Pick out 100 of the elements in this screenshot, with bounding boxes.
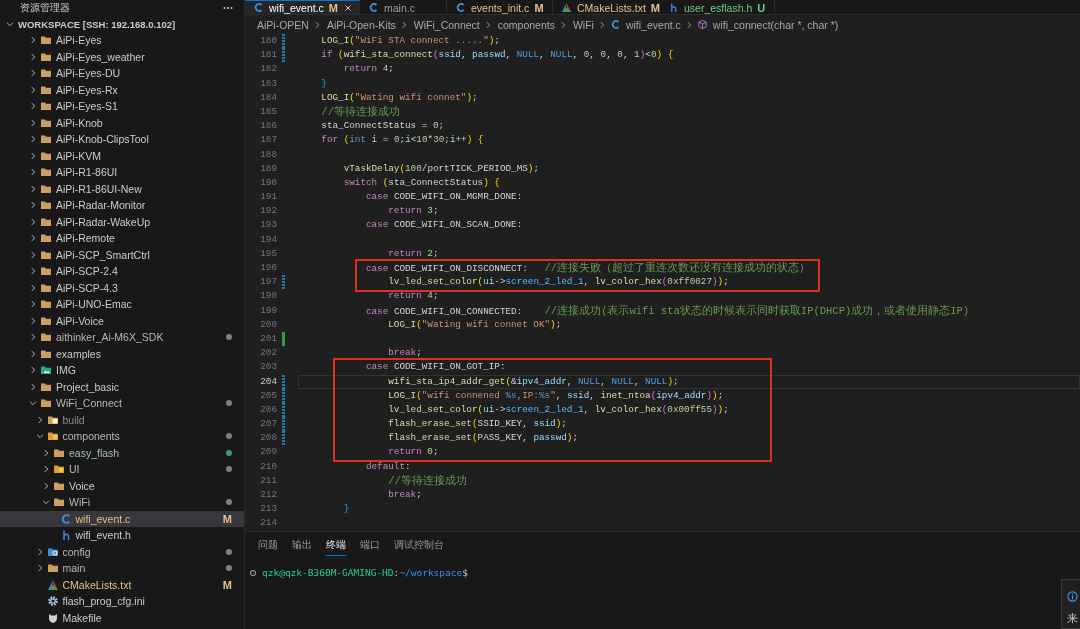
line-number: 193 xyxy=(259,218,277,233)
folder-icon xyxy=(40,34,52,47)
code-line: case CODE_WIFI_ON_DISCONNECT: //连接失败（超过了重连次数还没有连接成功的状态） xyxy=(364,261,812,276)
breadcrumb-item[interactable]: AiPi-OPEN xyxy=(257,18,309,31)
tree-item[interactable]: AiPi-Radar-Monitor xyxy=(0,197,244,214)
tree-item[interactable]: AiPi-Eyes-DU xyxy=(0,65,244,82)
code-line: default: xyxy=(364,459,412,474)
close-icon xyxy=(343,2,354,13)
line-number: 180 xyxy=(259,34,277,48)
panel-tab[interactable]: 调试控制台 xyxy=(394,534,444,556)
line-number: 212 xyxy=(259,488,277,502)
circle-icon xyxy=(248,567,258,578)
breadcrumb-item[interactable]: WiFi xyxy=(572,18,594,31)
tree-item[interactable]: AiPi-Knob-ClipsTool xyxy=(0,131,244,148)
tree-item[interactable]: build xyxy=(0,411,244,428)
tree-item[interactable]: AiPi-Eyes_weather xyxy=(0,48,244,65)
c-file-icon xyxy=(368,2,379,13)
tree-item[interactable]: Makefile xyxy=(0,609,244,626)
workspace-header[interactable]: WORKSPACE [SSH: 192.168.0.102] xyxy=(0,16,244,32)
code-line: LOG_I("WiFi STA connect ....."); xyxy=(320,34,501,48)
line-number: 190 xyxy=(259,175,277,190)
editor-tab[interactable]: wifi_event.c M xyxy=(245,0,360,14)
tree-item[interactable]: UI xyxy=(0,461,244,478)
folder-icon xyxy=(40,67,52,80)
breadcrumb-item[interactable]: components xyxy=(497,18,555,31)
line-number: 202 xyxy=(259,346,277,361)
triangle-icon xyxy=(561,2,572,13)
code-line: break; xyxy=(387,488,423,502)
line-number: 214 xyxy=(259,516,277,531)
tree-item[interactable]: Project_basic xyxy=(0,378,244,395)
tree-item[interactable]: AiPi-UNO-Emac xyxy=(0,296,244,313)
tree-item[interactable]: Voice xyxy=(0,477,244,494)
tree-item[interactable]: AiPi-R1-86UI xyxy=(0,164,244,181)
code-line: break; xyxy=(387,346,423,361)
tree-item[interactable]: components xyxy=(0,428,244,445)
line-number: 207 xyxy=(259,417,277,432)
tree-item[interactable]: CMakeLists.txt M xyxy=(0,576,244,593)
git-status-label: M xyxy=(534,1,544,14)
tree-item[interactable]: WiFi xyxy=(0,494,244,511)
panel-tab[interactable]: 输出 xyxy=(292,534,312,556)
breadcrumb-item[interactable]: WiFi_Connect xyxy=(413,18,480,31)
line-number: 198 xyxy=(259,289,277,304)
tree-item[interactable]: AiPi-Radar-WakeUp xyxy=(0,213,244,230)
change-marker xyxy=(282,275,285,290)
breadcrumb-item[interactable]: wifi_event.c xyxy=(625,18,681,31)
tree-item[interactable]: IMG xyxy=(0,362,244,379)
tree-item[interactable]: wifi_event.h xyxy=(0,527,244,544)
code-line: return 3; xyxy=(387,204,440,219)
panel-tab[interactable]: 问题 xyxy=(258,534,278,556)
tree-item[interactable]: aithinker_Ai-M6X_SDK xyxy=(0,329,244,346)
code-line: switch (sta_ConnectStatus) { xyxy=(342,175,501,190)
code-line: flash_erase_set(PASS_KEY, passwd); xyxy=(387,431,580,446)
tree-item[interactable]: main xyxy=(0,560,244,577)
code-line: flash_erase_set(SSID_KEY, ssid); xyxy=(387,417,568,432)
tree-item[interactable]: config xyxy=(0,543,244,560)
line-number: 182 xyxy=(259,62,277,77)
tree-item[interactable]: AiPi-SCP-4.3 xyxy=(0,279,244,296)
tree-item[interactable]: flash_prog_cfg.ini xyxy=(0,593,244,610)
code-line: return 2; xyxy=(387,246,440,261)
c-file-icon xyxy=(253,2,264,13)
tree-item[interactable]: AiPi-Eyes-Rx xyxy=(0,81,244,98)
code-line: sta_ConnectStatus = 0; xyxy=(320,119,446,134)
tree-item[interactable]: easy_flash xyxy=(0,444,244,461)
line-number: 195 xyxy=(259,246,277,261)
tree-item[interactable]: AiPi-SCP_SmartCtrl xyxy=(0,246,244,263)
breadcrumb-item[interactable]: AiPi-Open-Kits xyxy=(326,18,396,31)
line-number: 204 xyxy=(259,374,277,389)
tree-item[interactable]: AiPi-Knob xyxy=(0,114,244,131)
panel-tab[interactable]: 端口 xyxy=(360,534,380,556)
info-icon xyxy=(1067,591,1078,602)
tree-item[interactable]: examples xyxy=(0,345,244,362)
breadcrumb-item[interactable]: wifi_connect(char *, char *) xyxy=(712,18,839,31)
git-status-label: M xyxy=(222,512,232,525)
code-line: LOG_I("Wating wifi connet"); xyxy=(320,90,479,105)
tree-item[interactable]: AiPi-Eyes xyxy=(0,32,244,49)
tree-item[interactable]: AiPi-KVM xyxy=(0,147,244,164)
line-number: 183 xyxy=(259,76,277,91)
tree-item[interactable]: AiPi-Voice xyxy=(0,312,244,329)
notification-text: 来 xyxy=(1067,612,1078,626)
tree-item[interactable]: AiPi-Eyes-S1 xyxy=(0,98,244,115)
tree-item[interactable]: AiPi-SCP-2.4 xyxy=(0,263,244,280)
line-number: 211 xyxy=(259,473,277,488)
tree-item[interactable]: wifi_event.c M xyxy=(0,510,244,527)
h-file-icon xyxy=(668,2,679,13)
code-line: case CODE_WIFI_ON_MGMR_DONE: xyxy=(364,190,524,205)
line-number: 205 xyxy=(259,388,277,403)
git-status-label: M xyxy=(222,578,232,591)
line-number: 185 xyxy=(259,104,277,119)
git-status-label: U xyxy=(757,1,766,14)
line-number: 196 xyxy=(259,261,277,275)
folder-icon xyxy=(40,265,52,278)
tree-item[interactable]: AiPi-R1-86UI-New xyxy=(0,180,244,197)
folder-icon xyxy=(40,232,52,245)
folder-icon xyxy=(40,166,52,179)
line-number: 189 xyxy=(259,161,277,176)
code-line: LOG_I("Wating wifi connet OK"); xyxy=(387,317,563,332)
tree-item[interactable]: AiPi-Remote xyxy=(0,230,244,247)
cube-icon xyxy=(696,19,708,30)
tree-item[interactable]: WiFi_Connect xyxy=(0,395,244,412)
panel-tab[interactable]: 终端 xyxy=(326,534,346,556)
